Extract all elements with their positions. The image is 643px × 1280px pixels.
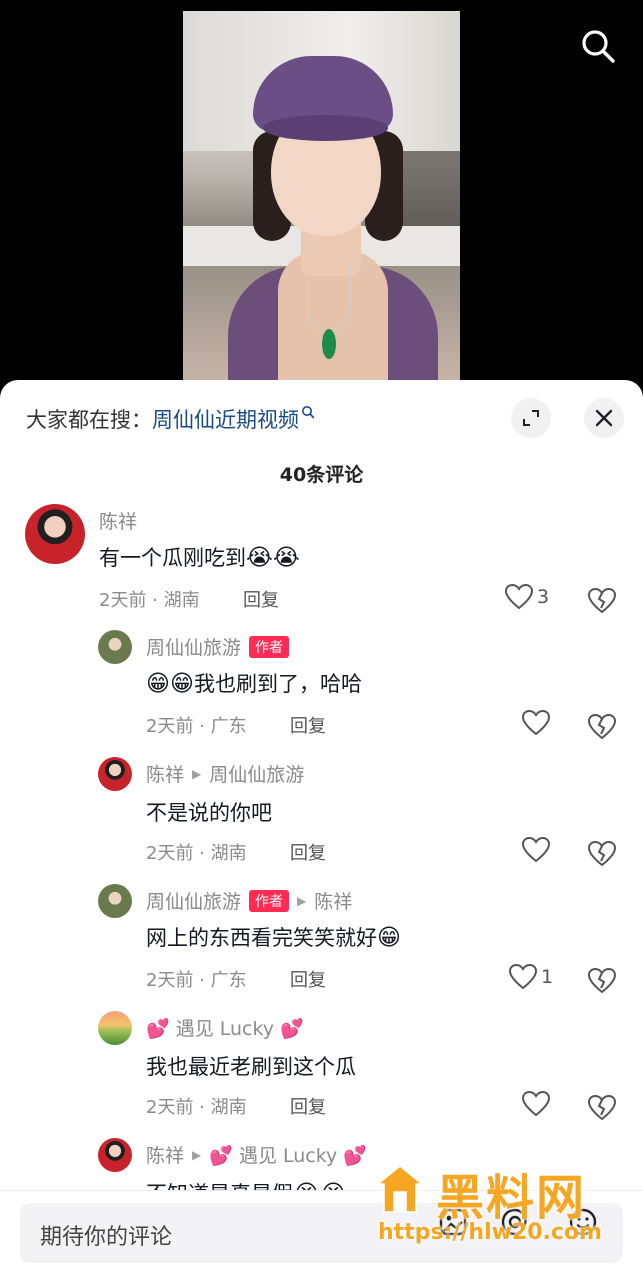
reply-arrow-icon: ▶: [192, 1147, 202, 1162]
heart-icon: [522, 837, 550, 863]
author-badge: 作者: [249, 635, 290, 658]
video-person-necklace: [307, 261, 351, 333]
reply-button[interactable]: 回复: [290, 1093, 326, 1119]
avatar[interactable]: [98, 884, 132, 918]
expand-icon: [523, 410, 539, 426]
comment-reply-item: 💕 遇见 Lucky 💕 我也最近老刷到这个瓜 2天前 · 湖南 回复: [0, 1011, 643, 1121]
video-thumbnail[interactable]: [183, 11, 460, 381]
search-suggestion[interactable]: 大家都在搜：周仙仙近期视频: [26, 404, 315, 434]
close-icon: [595, 409, 613, 427]
watermark-logo-icon: [375, 1165, 425, 1213]
comment-meta: 2天前 · 湖南: [99, 590, 200, 611]
comment-username[interactable]: 陈祥: [99, 507, 137, 534]
heart-icon: [505, 584, 533, 610]
comment-meta: 2天前 · 广东: [146, 970, 247, 991]
watermark-title: 黑料网: [436, 1170, 587, 1226]
dislike-icon[interactable]: [586, 710, 618, 742]
small-search-icon: [302, 406, 315, 419]
comment-text: 我也最近老刷到这个瓜: [146, 1055, 356, 1079]
dislike-icon[interactable]: [586, 837, 618, 869]
avatar[interactable]: [98, 757, 132, 791]
dislike-icon[interactable]: [586, 1091, 618, 1123]
dislike-icon[interactable]: [586, 964, 618, 996]
reply-button[interactable]: 回复: [243, 586, 279, 612]
emoji-crying: 😭😭: [246, 545, 300, 571]
reply-target[interactable]: 周仙仙旅游: [209, 760, 304, 787]
watermark-url: https://hlw20.com: [378, 1220, 602, 1245]
comment-text: 有一个瓜刚吃到😭😭: [99, 545, 300, 571]
like-button[interactable]: 3: [505, 584, 549, 610]
reply-button[interactable]: 回复: [290, 839, 326, 865]
comment-username[interactable]: 陈祥 ▶ 💕 遇见 Lucky 💕: [146, 1141, 367, 1168]
reply-target[interactable]: 💕 遇见 Lucky 💕: [209, 1141, 367, 1168]
search-button[interactable]: [576, 24, 620, 68]
comment-text: 不是说的你吧: [146, 801, 272, 825]
avatar[interactable]: [25, 504, 85, 564]
dislike-icon[interactable]: [586, 584, 618, 616]
reply-target[interactable]: 陈祥: [314, 887, 352, 914]
comment-username[interactable]: 周仙仙旅游 作者 ▶ 陈祥: [146, 887, 352, 914]
emoji-grin: 😁: [377, 925, 401, 951]
comment-username[interactable]: 陈祥 ▶ 周仙仙旅游: [146, 760, 304, 787]
comment-count: 40条评论: [279, 464, 364, 486]
comment-reply-item: 周仙仙旅游 作者 ▶ 陈祥 网上的东西看完笑笑就好😁 2天前 · 广东 回复 1: [0, 884, 643, 994]
reply-arrow-icon: ▶: [192, 766, 202, 781]
comment-sheet: 大家都在搜：周仙仙近期视频 40条评论 陈祥 有一个瓜刚吃到😭😭 2天前 · 湖…: [0, 380, 643, 1280]
comment-meta: 2天前 · 湖南: [146, 843, 247, 864]
close-button[interactable]: [584, 398, 624, 438]
comment-reply-item: 周仙仙旅游 作者 😁😁我也刷到了，哈哈 2天前 · 广东 回复: [0, 630, 643, 740]
avatar[interactable]: [98, 1011, 132, 1045]
comment-username[interactable]: 💕 遇见 Lucky 💕: [146, 1014, 304, 1041]
search-suggestion-keyword[interactable]: 周仙仙近期视频: [152, 408, 299, 432]
comment-text: 网上的东西看完笑笑就好😁: [146, 925, 401, 951]
avatar[interactable]: [98, 630, 132, 664]
heart-icon: [509, 964, 537, 990]
heart-icon: [522, 710, 550, 736]
expand-button[interactable]: [511, 398, 551, 438]
like-count: 1: [541, 966, 554, 988]
reply-arrow-icon: ▶: [297, 893, 307, 908]
like-button[interactable]: [522, 710, 554, 736]
comment-reply-item: 陈祥 ▶ 周仙仙旅游 不是说的你吧 2天前 · 湖南 回复: [0, 757, 643, 867]
avatar[interactable]: [98, 1138, 132, 1172]
comment-username[interactable]: 周仙仙旅游 作者: [146, 633, 290, 660]
video-person-pendant: [322, 329, 336, 359]
author-badge: 作者: [249, 889, 290, 912]
comment-item: 陈祥 有一个瓜刚吃到😭😭 2天前 · 湖南 回复 3: [0, 504, 643, 614]
reply-button[interactable]: 回复: [290, 712, 326, 738]
video-player[interactable]: [0, 0, 643, 400]
heart-icon: [522, 1091, 550, 1117]
like-button[interactable]: [522, 1091, 554, 1117]
search-suggestion-prefix: 大家都在搜：: [26, 408, 152, 432]
like-button[interactable]: 1: [509, 964, 553, 990]
comment-input-placeholder: 期待你的评论: [40, 1225, 173, 1250]
emoji-grin: 😁😁: [146, 671, 194, 697]
reply-button[interactable]: 回复: [290, 966, 326, 992]
search-icon: [582, 30, 615, 63]
like-count: 3: [537, 586, 550, 608]
comment-meta: 2天前 · 广东: [146, 716, 247, 737]
video-person-cap-brim: [263, 115, 388, 141]
comment-meta: 2天前 · 湖南: [146, 1097, 247, 1118]
like-button[interactable]: [522, 837, 554, 863]
site-watermark: 黑料网 https://hlw20.com: [372, 1160, 643, 1256]
comment-text: 😁😁我也刷到了，哈哈: [146, 671, 362, 697]
